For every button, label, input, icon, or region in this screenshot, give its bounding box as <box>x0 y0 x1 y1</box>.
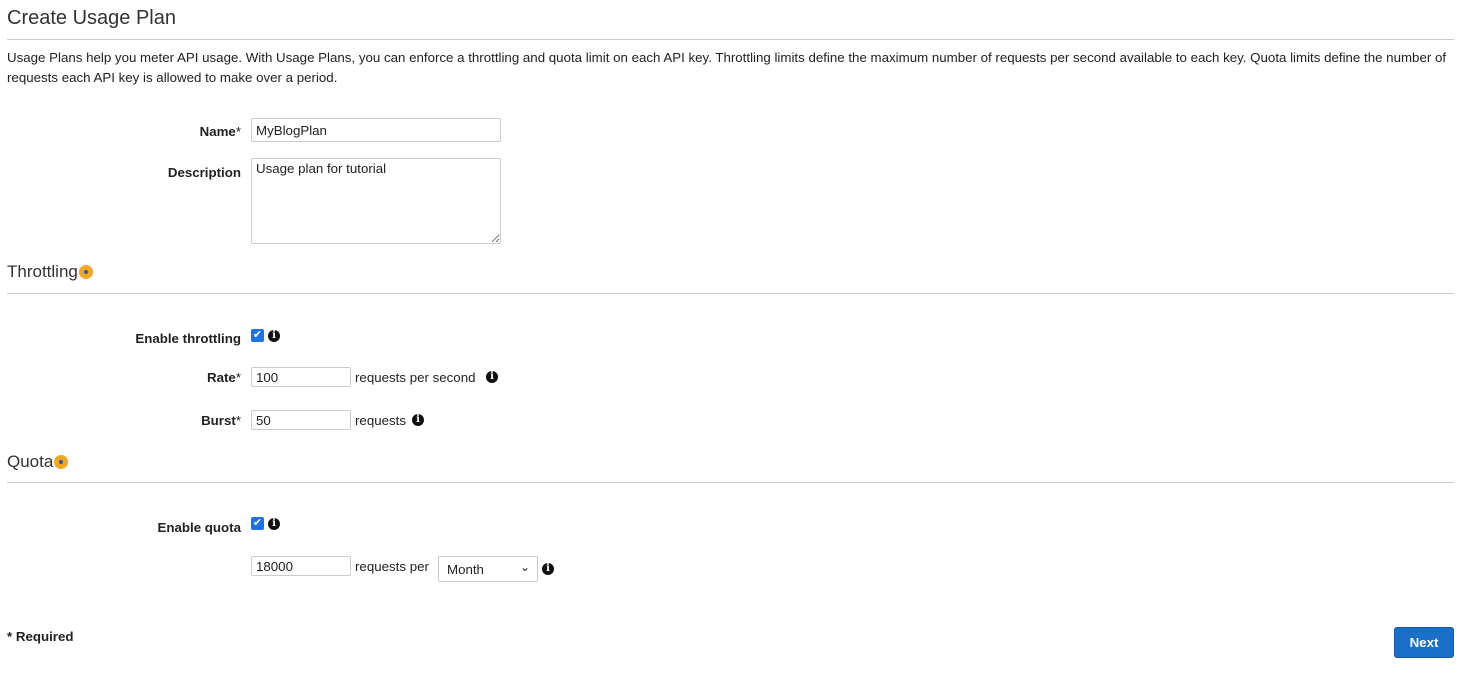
info-icon[interactable]: i <box>268 518 280 530</box>
info-icon[interactable]: i <box>486 371 498 383</box>
chevron-down-icon: ⌄ <box>519 560 530 574</box>
required-note: * Required <box>7 629 74 644</box>
quota-heading: Quota <box>7 452 69 472</box>
divider <box>7 482 1454 483</box>
name-label: Name* <box>199 124 241 139</box>
rate-input[interactable] <box>251 367 351 387</box>
quota-period-value: Month <box>447 562 484 577</box>
burst-unit: requests <box>355 413 406 428</box>
page-title: Create Usage Plan <box>7 7 176 29</box>
next-button[interactable]: Next <box>1394 627 1454 658</box>
rate-unit: requests per second <box>355 370 476 385</box>
burst-input[interactable] <box>251 410 351 430</box>
description-textarea[interactable]: Usage plan for tutorial <box>251 158 501 244</box>
burst-label: Burst* <box>201 413 241 428</box>
enable-throttling-checkbox[interactable]: ✔ <box>251 329 264 342</box>
intro-text: Usage Plans help you meter API usage. Wi… <box>7 50 1447 85</box>
rate-label: Rate* <box>206 370 241 385</box>
name-input[interactable] <box>251 118 501 142</box>
info-icon[interactable]: i <box>412 414 424 426</box>
quota-input[interactable] <box>251 556 351 576</box>
info-icon[interactable]: i <box>542 563 554 575</box>
divider <box>7 293 1454 294</box>
description-label: Description <box>167 165 241 180</box>
quota-unit: requests per <box>355 559 429 574</box>
enable-quota-checkbox[interactable]: ✔ <box>251 517 264 530</box>
divider <box>7 39 1454 40</box>
quota-period-select[interactable]: Month ⌄ <box>438 556 538 582</box>
help-dot-icon[interactable] <box>78 265 93 279</box>
info-icon[interactable]: i <box>268 330 280 342</box>
throttling-heading: Throttling <box>7 262 93 282</box>
enable-throttling-label: Enable throttling <box>135 331 241 346</box>
help-dot-icon[interactable] <box>54 455 69 469</box>
enable-quota-label: Enable quota <box>157 520 241 535</box>
